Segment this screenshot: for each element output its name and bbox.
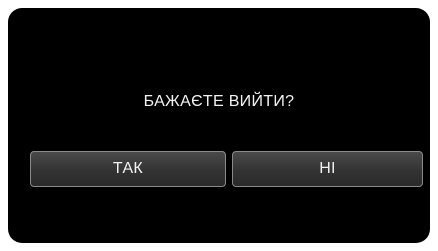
yes-button[interactable]: ТАК [30, 151, 226, 187]
exit-prompt: БАЖАЄТЕ ВИЙТИ? [143, 93, 295, 110]
no-button-label: НІ [319, 160, 336, 177]
yes-button-label: ТАК [112, 160, 144, 177]
no-button[interactable]: НІ [232, 151, 423, 187]
dialog-screen: БАЖАЄТЕ ВИЙТИ? ТАК НІ [8, 8, 430, 243]
